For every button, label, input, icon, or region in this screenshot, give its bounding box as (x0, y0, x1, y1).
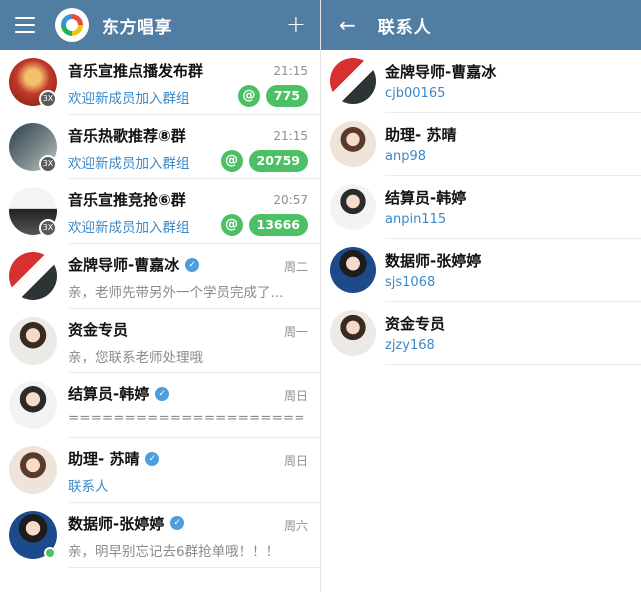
chat-row[interactable]: 助理- 苏晴 ✓ 周日联系人 (0, 438, 320, 503)
contact-name: 金牌导师-曹嘉冰 (385, 63, 497, 81)
contact-row[interactable]: 结算员-韩婷 anpin115 (321, 176, 641, 239)
group-mini-badge: 3X (39, 90, 57, 108)
chat-name: 音乐宣推点播发布群 (68, 60, 203, 81)
chat-preview: 亲，老师先带另外一个学员完成了... (68, 285, 284, 302)
chat-row[interactable]: 金牌导师-曹嘉冰 ✓ 周二亲，老师先带另外一个学员完成了... (0, 244, 320, 309)
unread-count-badge: 13666 (248, 214, 308, 237)
menu-icon[interactable] (15, 17, 35, 33)
chat-row[interactable]: 数据师-张婷婷 ✓ 周六 亲，明早别忘记去6群抢单哦！！！ (0, 503, 320, 568)
chat-time: 周日 (283, 454, 308, 469)
back-arrow-icon[interactable]: ← (339, 13, 356, 37)
contact-list: 金牌导师-曹嘉冰 cjb00165 助理- 苏晴 anp98 结算员-韩婷 anpin11… (321, 50, 641, 365)
chat-avatar[interactable] (9, 252, 57, 301)
group-mini-badge: 3X (39, 154, 57, 173)
chat-name: 助理- 苏晴 ✓ (68, 448, 160, 469)
contact-name: 结算员-韩婷 (385, 189, 467, 207)
contact-row[interactable]: 助理- 苏晴 anp98 (321, 113, 641, 176)
chat-name: 资金专员 (68, 319, 128, 340)
mention-badge[interactable]: @ (220, 214, 243, 237)
chat-avatar[interactable] (9, 316, 57, 365)
contact-avatar[interactable] (330, 58, 376, 104)
contact-name: 数据师-张婷婷 (385, 252, 482, 270)
chat-row[interactable]: 3X 音乐宣推点播发布群 21:15 欢迎新成员加入群组 @775 (0, 50, 320, 115)
contact-row[interactable]: 金牌导师-曹嘉冰 cjb00165 (321, 50, 641, 113)
contact-username: zjzy168 (385, 338, 435, 353)
chat-preview: 亲，明早别忘记去6群抢单哦！！！ (68, 543, 280, 560)
contact-row[interactable]: 资金专员 zjzy168 (321, 302, 641, 365)
contact-username: anpin115 (385, 212, 447, 227)
chat-list: 3X 音乐宣推点播发布群 21:15 欢迎新成员加入群组 @775 3X 音乐热歌推荐⑧群 2… (0, 50, 320, 568)
unread-count-badge: 20759 (248, 149, 308, 172)
chat-time: 周二 (283, 260, 308, 275)
chat-name: 音乐热歌推荐⑧群 (68, 125, 186, 146)
chat-time: 周六 (283, 518, 308, 533)
app-title: 东方唱享 (102, 17, 172, 38)
chat-preview: ================================... (68, 410, 303, 427)
mention-badge[interactable]: @ (220, 149, 243, 172)
chat-name-text: 助理- 苏晴 (68, 450, 140, 469)
chat-badges: @775 (237, 85, 308, 107)
chat-badges: @20759 (220, 149, 308, 172)
group-mini-badge: 3X (39, 219, 57, 238)
contacts-title: 联系人 (377, 17, 432, 38)
chat-list-pane: 东方唱享 + 3X 音乐宣推点播发布群 21:15 欢迎新成员加入群组 @775 3X 音乐… (0, 0, 320, 592)
unread-count-badge: 775 (265, 85, 308, 107)
contacts-header: ← 联系人 (321, 0, 641, 50)
app-logo-avatar[interactable] (55, 8, 89, 42)
row-divider (68, 566, 320, 568)
contact-username: sjs1068 (385, 275, 436, 290)
chat-name-text: 音乐热歌推荐⑧群 (68, 126, 186, 145)
chat-row[interactable]: 3X 音乐宣推竞抢⑥群 20:57 欢迎新成员加入群组 @13666 (0, 179, 320, 245)
chat-name-text: 数据师-张婷婷 (68, 514, 165, 533)
chat-name: 结算员-韩婷 ✓ (68, 383, 170, 404)
contact-username: anp98 (385, 149, 426, 164)
contact-avatar[interactable] (330, 247, 376, 293)
verified-check-icon: ✓ (185, 257, 200, 272)
chat-name: 金牌导师-曹嘉冰 ✓ (68, 254, 200, 275)
chat-time: 周日 (283, 389, 308, 404)
chat-avatar[interactable] (9, 381, 57, 430)
chat-time: 周一 (283, 324, 308, 339)
contact-row[interactable]: 数据师-张婷婷 sjs1068 (321, 239, 641, 302)
chat-preview: 欢迎新成员加入群组 (68, 155, 190, 172)
chat-row[interactable]: 3X 音乐热歌推荐⑧群 21:15 欢迎新成员加入群组 @20759 (0, 115, 320, 180)
chat-preview: 欢迎新成员加入群组 (68, 220, 190, 237)
contact-avatar[interactable] (330, 121, 376, 167)
contact-avatar[interactable] (330, 184, 376, 230)
chat-avatar[interactable] (9, 446, 57, 495)
mention-badge[interactable]: @ (237, 85, 260, 107)
chat-name-text: 音乐宣推点播发布群 (68, 62, 204, 80)
verified-check-icon: ✓ (170, 516, 185, 531)
chat-name: 数据师-张婷婷 ✓ (68, 513, 185, 534)
contact-username: cjb00165 (385, 86, 446, 101)
contact-name: 助理- 苏晴 (385, 126, 457, 144)
chat-badges: @13666 (220, 214, 308, 237)
chat-time: 21:15 (273, 64, 308, 78)
screen: 东方唱享 + 3X 音乐宣推点播发布群 21:15 欢迎新成员加入群组 @775 3X 音乐… (0, 0, 641, 592)
add-icon[interactable]: + (286, 11, 306, 37)
verified-check-icon: ✓ (145, 451, 160, 466)
chat-preview: 欢迎新成员加入群组 (68, 91, 190, 107)
chat-list-header: 东方唱享 + (0, 0, 320, 50)
chat-time: 20:57 (273, 193, 308, 208)
verified-check-icon: ✓ (155, 386, 170, 401)
chat-row[interactable]: 结算员-韩婷 ✓ 周日 ===============================… (0, 373, 320, 439)
chat-name-text: 音乐宣推竞抢⑥群 (68, 191, 186, 210)
contact-avatar[interactable] (330, 310, 376, 356)
row-divider (385, 364, 641, 365)
contact-name: 资金专员 (385, 315, 446, 333)
chat-name: 音乐宣推竞抢⑥群 (68, 189, 186, 210)
chat-time: 21:15 (273, 128, 308, 143)
chat-preview: 亲，您联系老师处理哦 (68, 349, 203, 366)
chat-name-text: 资金专员 (68, 320, 129, 339)
online-status-dot (44, 546, 56, 559)
chat-preview: 联系人 (68, 479, 109, 496)
chat-row[interactable]: 资金专员 周一亲，您联系老师处理哦 (0, 309, 320, 374)
chat-name-text: 金牌导师-曹嘉冰 (68, 256, 180, 275)
contacts-pane: ← 联系人 金牌导师-曹嘉冰 cjb00165 助理- 苏晴 anp98 结算员-韩婷 a… (321, 0, 641, 592)
chat-name-text: 结算员-韩婷 (68, 385, 150, 404)
